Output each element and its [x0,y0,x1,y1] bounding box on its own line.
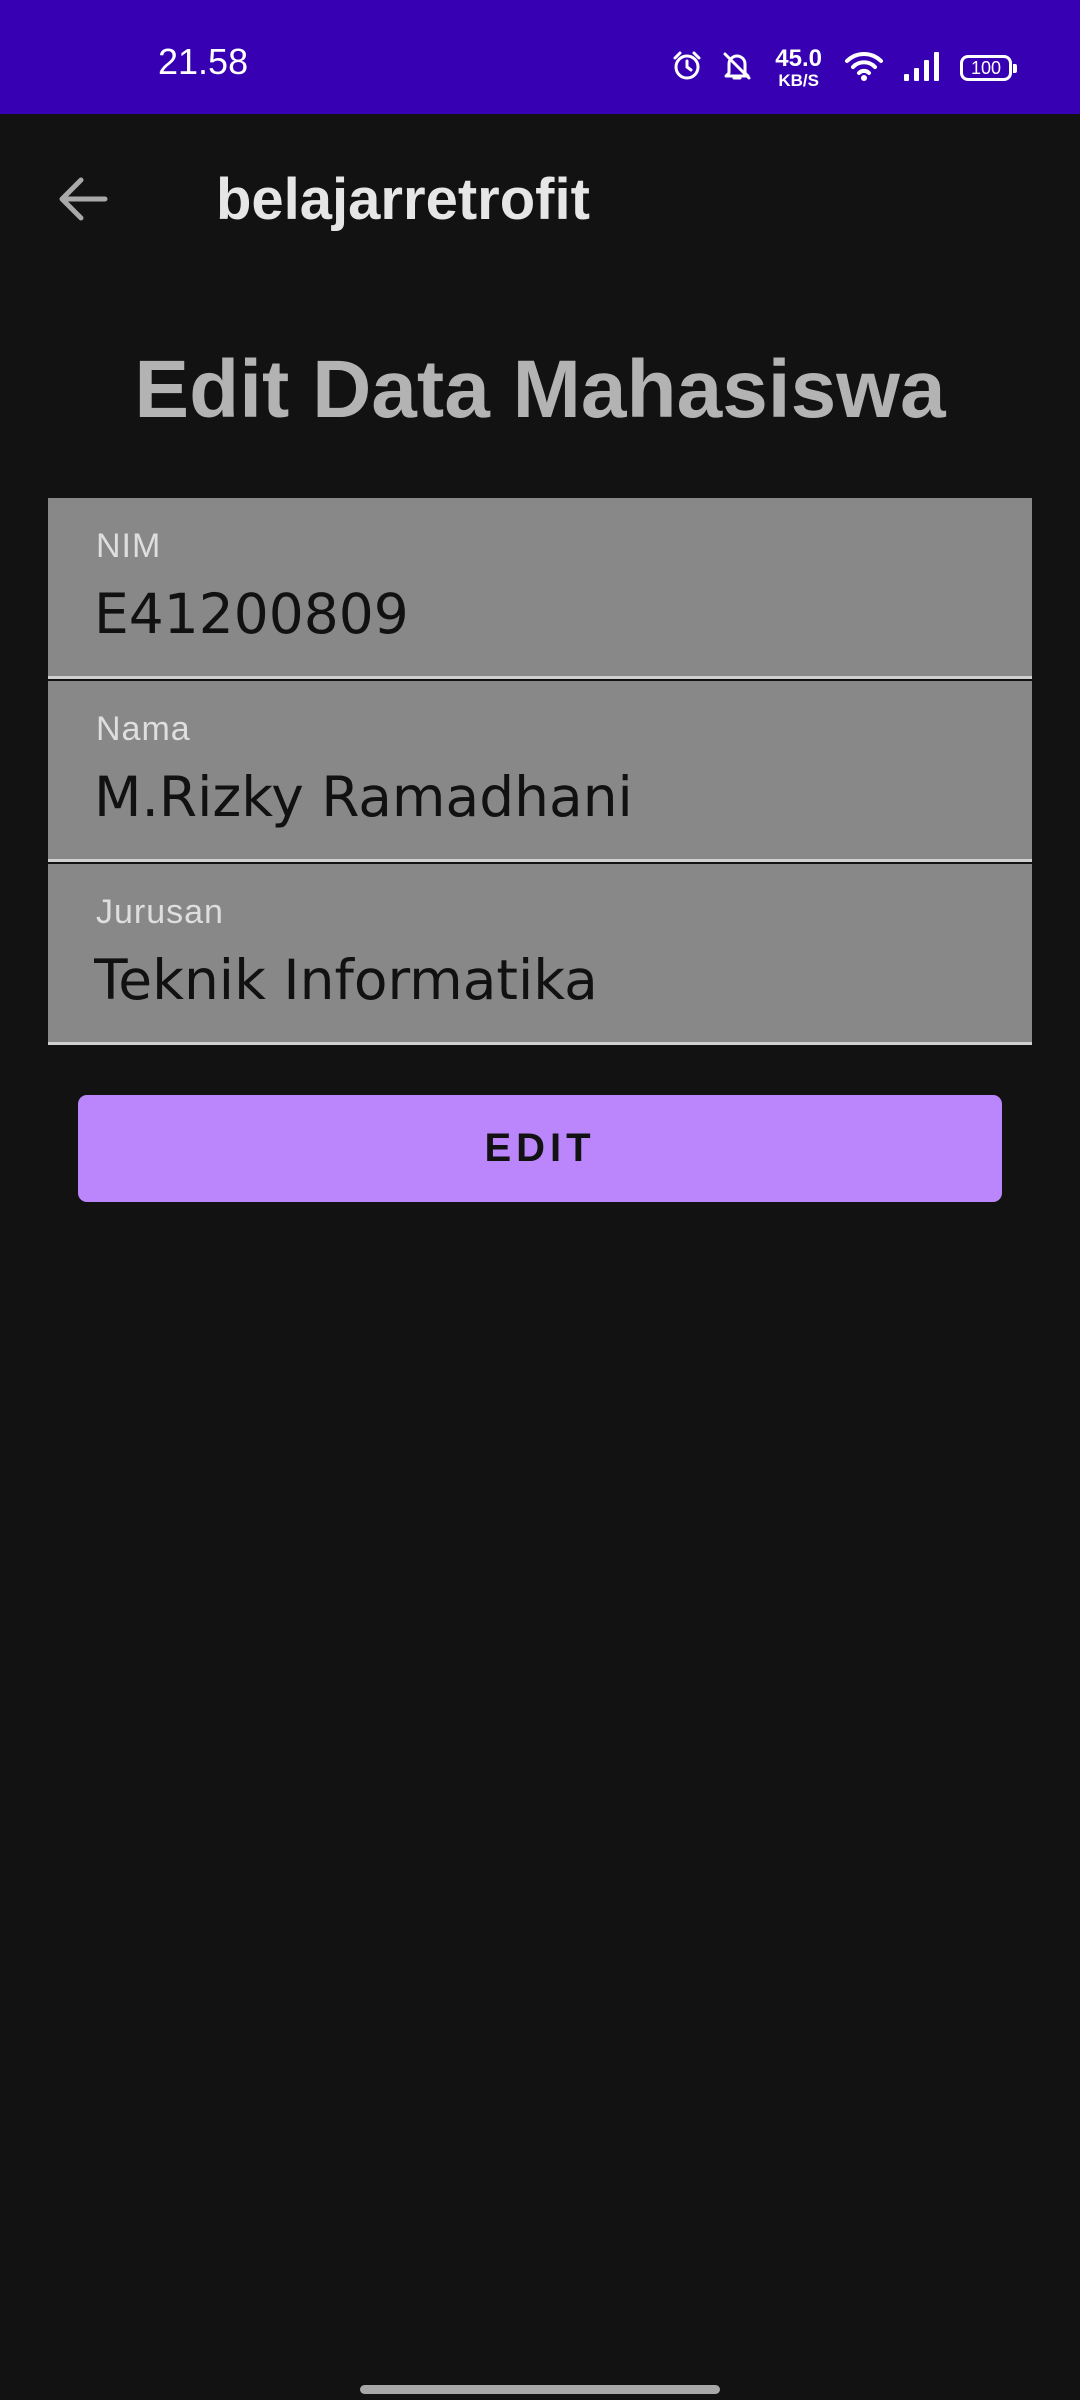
nim-input[interactable] [94,574,994,654]
page-title: Edit Data Mahasiswa [134,344,946,435]
alarm-icon [671,50,703,87]
status-icons: 45.0 KB/S 100 [671,45,1017,90]
nama-label: Nama [96,710,191,748]
status-bar: 21.58 45.0 KB/S 100 [0,0,1080,114]
jurusan-field[interactable]: Jurusan [48,864,1032,1045]
nama-field[interactable]: Nama [48,681,1032,862]
back-button[interactable] [40,164,126,238]
wifi-icon [844,50,884,87]
bell-muted-icon [721,50,753,87]
status-time: 21.58 [158,41,249,82]
battery-icon: 100 [960,55,1017,81]
jurusan-input[interactable] [94,940,994,1020]
nama-input[interactable] [94,757,994,837]
edit-button[interactable]: EDIT [78,1095,1002,1202]
signal-icon [902,50,942,87]
arrow-back-icon [57,175,109,228]
network-speed-unit: KB/S [778,71,819,90]
app-title: belajarretrofit [216,167,590,232]
battery-level: 100 [970,57,1002,78]
network-speed: 45.0 KB/S [775,45,822,90]
network-speed-value: 45.0 [775,45,822,72]
edit-mahasiswa-screen: 21.58 45.0 KB/S 100 belajarretrofit Edit… [0,0,1080,2400]
gesture-bar[interactable] [360,2385,720,2394]
nim-field[interactable]: NIM [48,498,1032,679]
nim-label: NIM [96,527,162,565]
app-bar: belajarretrofit [0,114,1080,286]
jurusan-label: Jurusan [96,893,224,931]
